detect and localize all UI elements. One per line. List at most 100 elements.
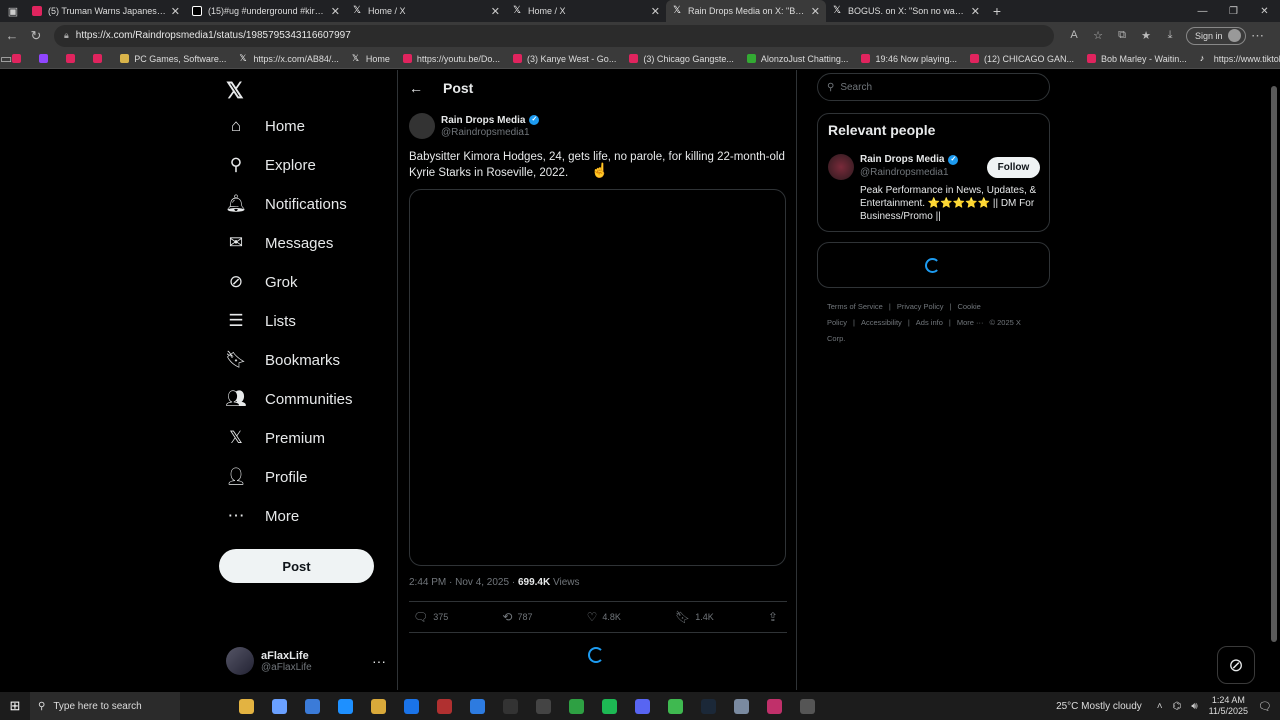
nav-item-lists[interactable]: ☰ Lists [226,307,295,335]
taskbar-app-icon[interactable] [560,696,593,716]
new-tab-button[interactable]: + [986,3,1008,19]
avatar[interactable] [828,154,854,180]
browser-menu-icon[interactable]: ⋯ [1246,28,1270,44]
footer-link[interactable]: Accessibility [861,318,902,327]
back-button[interactable]: ← [0,28,24,43]
share-button[interactable]: ⇪ [768,610,783,624]
person-handle[interactable]: @Raindropsmedia1 [860,167,958,178]
maximize-button[interactable]: ❐ [1218,6,1249,17]
nav-item-communities[interactable]: 👥︎ Communities [225,385,352,413]
bookmark-item[interactable] [12,54,26,63]
taskbar-app-icon[interactable] [395,696,428,716]
bookmark-item[interactable]: 19:46 Now playing... [861,54,957,64]
nav-item-home[interactable]: ⌂ Home [226,112,305,140]
weather-widget[interactable]: 25°C Mostly cloudy [1056,701,1142,712]
taskbar-app-icon[interactable] [362,696,395,716]
browser-tab[interactable]: 𝕏 BOGUS. on X: "Son no way this sh ✕ [826,0,986,22]
bookmark-item[interactable] [93,54,107,63]
more-dots-icon[interactable]: ··· [372,653,386,669]
bookmark-item[interactable]: https://youtu.be/Do... [402,54,500,64]
refresh-button[interactable]: ↻ [24,28,48,44]
post-media[interactable] [409,189,786,566]
author-name[interactable]: Rain Drops Media [441,115,525,126]
follow-button[interactable]: Follow [987,157,1040,178]
close-window-button[interactable]: ✕ [1249,6,1280,17]
bookmark-item[interactable]: (12) CHICAGO GAN... [970,54,1074,64]
taskbar-app-icon[interactable] [659,696,692,716]
nav-item-bookmarks[interactable]: 🔖︎ Bookmarks [225,346,340,374]
bookmark-item[interactable] [66,54,80,63]
bookmark-item[interactable]: 𝕏https://x.com/AB84/... [239,54,339,64]
back-arrow-icon[interactable]: ← [409,80,423,96]
notification-center-icon[interactable]: 🗨︎ [1258,700,1272,713]
taskbar-app-icon[interactable] [692,696,725,716]
scrollbar-thumb[interactable] [1271,86,1277,642]
nav-item-premium[interactable]: 𝕏 Premium [226,424,325,452]
reply-button[interactable]: 🗨︎ 375 [413,610,448,624]
taskbar-app-icon[interactable] [296,696,329,716]
bookmark-button[interactable]: 🔖︎ 1.4K [675,610,714,624]
tab-actions-icon[interactable]: ▣ [0,0,26,22]
clock[interactable]: 1:24 AM 11/5/2025 [1209,695,1248,717]
taskbar-app-icon[interactable] [527,696,560,716]
taskbar-app-icon[interactable] [461,696,494,716]
bookmark-item[interactable]: ♪ https://www.tiktok.c... [1200,54,1280,64]
browser-tab[interactable]: 𝕏 Home / X ✕ [506,0,666,22]
taskbar-app-icon[interactable] [791,696,824,716]
search-input[interactable]: ⚲ Search [817,73,1050,101]
close-tab-icon[interactable]: ✕ [171,5,180,18]
extensions-icon[interactable]: ⧉ [1110,29,1134,42]
repost-button[interactable]: ⟲ 787 [502,610,532,624]
footer-link[interactable]: Ads info [916,318,943,327]
favorite-star-icon[interactable]: ☆ [1086,29,1110,42]
downloads-icon[interactable]: ⤓ [1158,29,1182,42]
network-icon[interactable]: ⌬ [1173,701,1182,712]
post-author[interactable]: Rain Drops Media ✓ @Raindropsmedia1 [409,113,540,139]
bookmark-item[interactable]: (3) Kanye West - Go... [512,54,616,64]
person-name[interactable]: Rain Drops Media [860,154,944,165]
favorites-icon[interactable]: ★ [1134,29,1158,42]
browser-tab[interactable]: (15)#ug #underground #kirkificat ✕ [186,0,346,22]
bookmark-item[interactable]: PC Games, Software... [120,54,226,64]
taskbar-search-input[interactable]: ⚲ Type here to search [30,692,180,720]
close-tab-icon[interactable]: ✕ [971,5,980,18]
bookmark-item[interactable] [39,54,53,63]
taskbar-app-icon[interactable] [263,696,296,716]
post-timestamp[interactable]: 2:44 PM · Nov 4, 2025 · [409,577,518,588]
grok-floating-button[interactable]: ⊘ [1217,646,1255,684]
bookmark-item[interactable]: (3) Chicago Gangste... [629,54,734,64]
footer-link[interactable]: Terms of Service [827,302,883,311]
bookmark-item[interactable]: Bob Marley - Waitin... [1087,54,1187,64]
author-handle[interactable]: @Raindropsmedia1 [441,127,539,138]
browser-tab[interactable]: 𝕏 Home / X ✕ [346,0,506,22]
taskbar-app-icon[interactable] [428,696,461,716]
url-field[interactable]: 🔒︎ https://x.com/Raindropsmedia1/status/… [54,24,1054,47]
sign-in-button[interactable]: Sign in [1186,26,1246,45]
browser-tab[interactable]: (5) Truman Warns Japanese - 194 ✕ [26,0,186,22]
taskbar-app-icon[interactable] [758,696,791,716]
nav-item-notifications[interactable]: 🔔︎ Notifications [225,190,347,218]
windows-start-icon[interactable]: ⊞ [0,698,30,714]
nav-item-more[interactable]: ⋯ More [226,502,300,530]
footer-link[interactable]: Privacy Policy [897,302,944,311]
account-switcher[interactable]: aFlaxLife @aFlaxLife ··· [226,645,386,677]
nav-item-grok[interactable]: ⊘ Grok [226,268,298,296]
taskbar-app-icon[interactable] [725,696,758,716]
taskbar-app-icon[interactable] [593,696,626,716]
taskbar-app-icon[interactable] [230,696,263,716]
scrollbar[interactable] [1268,70,1280,690]
nav-item-explore[interactable]: ⚲ Explore [226,151,316,179]
volume-icon[interactable]: 🔊︎ [1191,701,1197,712]
bookmark-item[interactable]: AlonzoJust Chatting... [746,54,848,64]
post-button[interactable]: Post [219,549,374,583]
browser-tab[interactable]: 𝕏 Rain Drops Media on X: "Babysitt ✕ [666,0,826,22]
nav-item-messages[interactable]: ✉ Messages [226,229,334,257]
avatar[interactable] [409,113,435,139]
read-aloud-icon[interactable]: A [1062,29,1086,42]
minimize-button[interactable]: — [1187,6,1218,17]
like-button[interactable]: ♡ 4.8K [587,610,621,624]
x-logo-icon[interactable]: 𝕏 [226,78,244,104]
close-tab-icon[interactable]: ✕ [651,5,660,18]
footer-link[interactable]: More ··· [957,318,984,327]
bookmark-item[interactable]: 𝕏 Home [352,54,390,64]
